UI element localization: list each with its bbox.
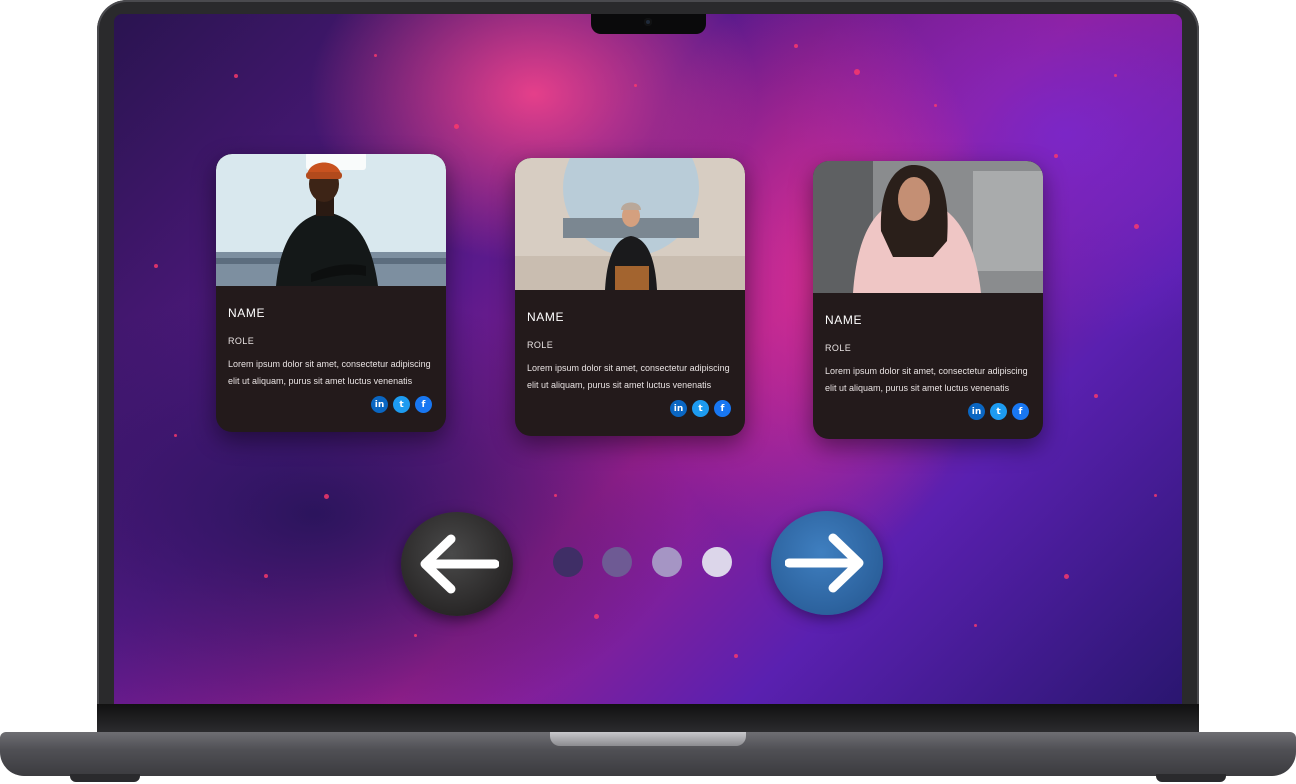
- pagination-dot[interactable]: [652, 547, 682, 577]
- member-role: ROLE: [527, 340, 554, 350]
- paint-speck: [974, 624, 977, 627]
- arrow-left-icon: [420, 534, 499, 594]
- social-links: in t f: [228, 396, 434, 413]
- paint-speck: [1134, 224, 1139, 229]
- member-description: Lorem ipsum dolor sit amet, consectetur …: [825, 366, 1028, 393]
- member-description: Lorem ipsum dolor sit amet, consectetur …: [228, 359, 431, 386]
- camera-icon: [644, 18, 652, 26]
- team-card: NAME ROLE Lorem ipsum dolor sit amet, co…: [216, 154, 446, 432]
- paint-speck: [414, 634, 417, 637]
- facebook-icon[interactable]: f: [714, 400, 731, 417]
- member-name: NAME: [228, 306, 266, 320]
- team-card: NAME ROLE Lorem ipsum dolor sit amet, co…: [515, 158, 745, 436]
- paint-speck: [174, 434, 177, 437]
- facebook-icon[interactable]: f: [415, 396, 432, 413]
- paint-speck: [554, 494, 557, 497]
- member-description: Lorem ipsum dolor sit amet, consectetur …: [527, 363, 730, 390]
- arrow-right-icon: [785, 533, 864, 593]
- linkedin-icon[interactable]: in: [968, 403, 985, 420]
- paint-speck: [1094, 394, 1098, 398]
- previous-button[interactable]: [401, 512, 513, 616]
- twitter-icon[interactable]: t: [990, 403, 1007, 420]
- paint-speck: [1064, 574, 1069, 579]
- paint-speck: [634, 84, 637, 87]
- paint-speck: [594, 614, 599, 619]
- paint-speck: [934, 104, 937, 107]
- member-role: ROLE: [825, 343, 852, 353]
- member-role: ROLE: [228, 336, 255, 346]
- paint-speck: [1154, 494, 1157, 497]
- linkedin-icon[interactable]: in: [371, 396, 388, 413]
- paint-speck: [234, 74, 238, 78]
- paint-speck: [1054, 154, 1058, 158]
- pagination-dot[interactable]: [602, 547, 632, 577]
- paint-speck: [854, 69, 860, 75]
- next-button[interactable]: [771, 511, 883, 615]
- pagination-dot-active[interactable]: [702, 547, 732, 577]
- twitter-icon[interactable]: t: [692, 400, 709, 417]
- paint-speck: [1114, 74, 1117, 77]
- screen-bezel-bottom: [97, 704, 1199, 732]
- member-name: NAME: [527, 310, 565, 324]
- paint-speck: [794, 44, 798, 48]
- facebook-icon[interactable]: f: [1012, 403, 1029, 420]
- paint-speck: [454, 124, 459, 129]
- linkedin-icon[interactable]: in: [670, 400, 687, 417]
- laptop-foot: [70, 774, 140, 782]
- laptop-foot: [1156, 774, 1226, 782]
- profile-photo: [216, 154, 446, 286]
- profile-photo: [813, 161, 1043, 293]
- team-card: NAME ROLE Lorem ipsum dolor sit amet, co…: [813, 161, 1043, 439]
- profile-photo: [515, 158, 745, 290]
- twitter-icon[interactable]: t: [393, 396, 410, 413]
- pagination-dot[interactable]: [553, 547, 583, 577]
- paint-speck: [734, 654, 738, 658]
- paint-speck: [264, 574, 268, 578]
- paint-speck: [154, 264, 158, 268]
- profile-photo-illustration: [216, 154, 446, 286]
- profile-photo-illustration: [813, 161, 1043, 293]
- member-name: NAME: [825, 313, 863, 327]
- profile-photo-illustration: [515, 158, 745, 290]
- social-links: in t f: [527, 400, 733, 417]
- paint-speck: [324, 494, 329, 499]
- social-links: in t f: [825, 403, 1031, 420]
- paint-speck: [374, 54, 377, 57]
- laptop-opening-lip: [550, 732, 746, 746]
